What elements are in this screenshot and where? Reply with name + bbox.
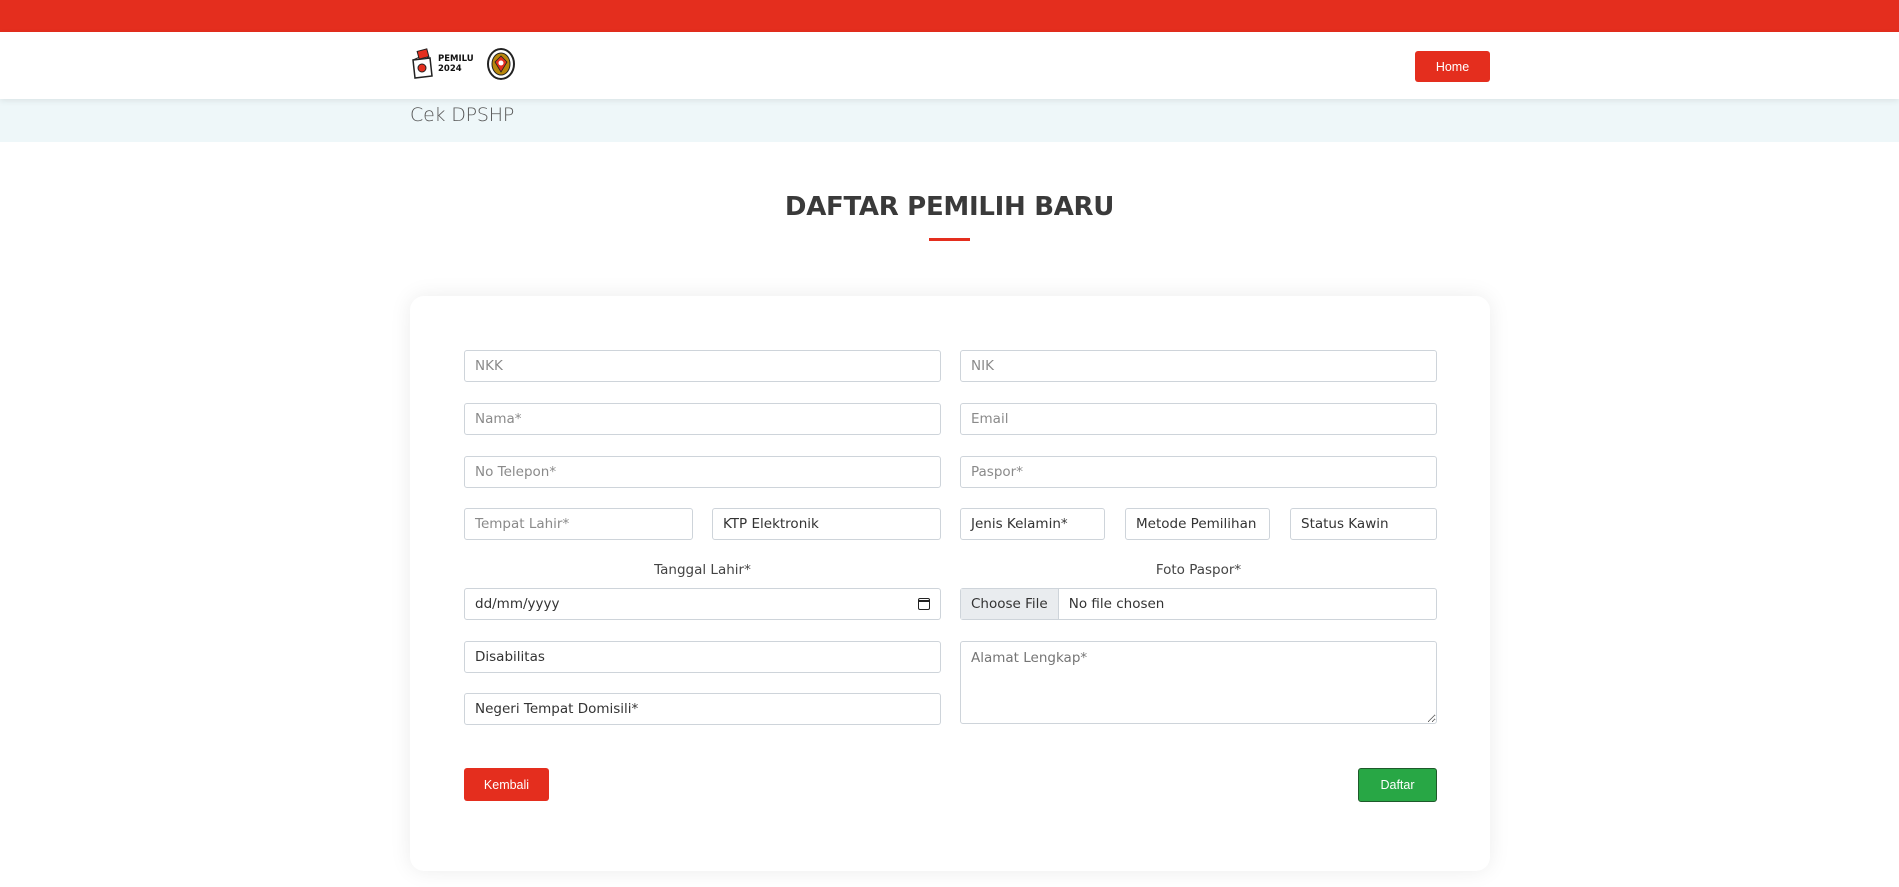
top-accent-bar [0, 0, 1899, 32]
disabilitas-select[interactable]: Disabilitas [464, 641, 941, 673]
breadcrumb-current: Cek DPSHP [410, 104, 515, 126]
status-kawin-select[interactable]: Status Kawin [1290, 508, 1437, 540]
metode-pemilihan-select[interactable]: Metode Pemilihan [1125, 508, 1270, 540]
ballot-box-icon [412, 48, 433, 79]
home-button[interactable]: Home [1415, 51, 1490, 82]
foto-paspor-file-input[interactable]: Choose File No file chosen [960, 588, 1437, 620]
site-logo[interactable]: PEMILU 2024 [410, 48, 516, 80]
daftar-button[interactable]: Daftar [1358, 768, 1437, 802]
nkk-input[interactable]: NKK [464, 350, 941, 382]
registration-form-card: NKK NIK Nama* Email No Telepon* Paspor* … [410, 296, 1490, 871]
kpu-seal-icon [486, 48, 515, 80]
nama-input[interactable]: Nama* [464, 403, 941, 435]
paspor-input[interactable]: Paspor* [960, 456, 1437, 488]
nik-input[interactable]: NIK [960, 350, 1437, 382]
telepon-input[interactable]: No Telepon* [464, 456, 941, 488]
choose-file-button[interactable]: Choose File [961, 589, 1059, 619]
breadcrumb: Cek DPSHP [0, 99, 1899, 142]
kembali-button[interactable]: Kembali [464, 768, 549, 801]
tanggal-lahir-label: Tanggal Lahir* [654, 562, 751, 578]
ktp-select[interactable]: KTP Elektronik [712, 508, 941, 540]
foto-paspor-label: Foto Paspor* [1155, 562, 1242, 578]
negeri-domisili-select[interactable]: Negeri Tempat Domisili* [464, 693, 941, 725]
title-underline [929, 238, 970, 241]
jenis-kelamin-select[interactable]: Jenis Kelamin* [960, 508, 1105, 540]
email-input[interactable]: Email [960, 403, 1437, 435]
page-title: DAFTAR PEMILIH BARU [784, 192, 1115, 222]
calendar-icon[interactable] [918, 598, 930, 610]
tempat-lahir-input[interactable]: Tempat Lahir* [464, 508, 693, 540]
tanggal-lahir-input[interactable]: dd/mm/yyyy [464, 588, 941, 620]
file-status: No file chosen [1068, 596, 1165, 612]
alamat-textarea[interactable] [960, 641, 1437, 724]
navbar: PEMILU 2024 Home [0, 32, 1899, 99]
logo-text: PEMILU 2024 [438, 54, 474, 74]
